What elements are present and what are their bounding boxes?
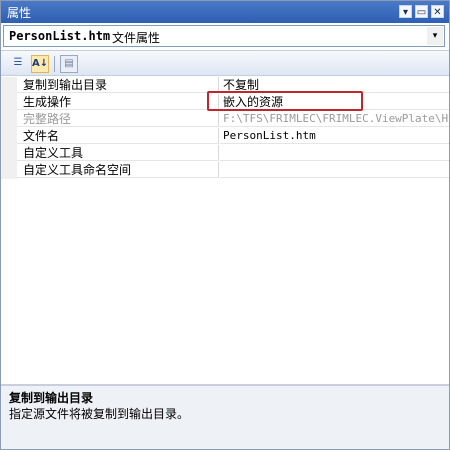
close-button[interactable]: ✕ xyxy=(431,5,444,18)
row-gutter xyxy=(1,111,17,128)
categorized-icon[interactable]: ☰ xyxy=(9,55,27,73)
property-value[interactable] xyxy=(220,162,449,178)
object-selector[interactable]: PersonList.htm 文件属性 ▾ xyxy=(3,25,445,47)
description-pane: 复制到输出目录 指定源文件将被复制到输出目录。 xyxy=(1,386,449,449)
property-name: 完整路径 xyxy=(17,111,219,127)
properties-toolbar: ☰ A↓ ▤ xyxy=(1,50,449,76)
property-name: 自定义工具命名空间 xyxy=(17,162,219,178)
row-gutter xyxy=(1,145,17,162)
row-gutter xyxy=(1,162,17,179)
row-gutter xyxy=(1,128,17,145)
property-value[interactable]: PersonList.htm xyxy=(220,128,449,144)
property-row[interactable]: 自定义工具 xyxy=(1,145,449,162)
property-name: 自定义工具 xyxy=(17,145,219,161)
window-title: 属性 xyxy=(7,6,32,20)
selected-object-type: 文件属性 xyxy=(112,31,161,45)
property-row[interactable]: 完整路径 F:\TFS\FRIMLEC\FRIMLEC.ViewPlate\Ht… xyxy=(1,111,449,128)
row-gutter xyxy=(1,77,17,94)
property-value: F:\TFS\FRIMLEC\FRIMLEC.ViewPlate\Html\ xyxy=(220,111,449,127)
chevron-down-icon[interactable]: ▾ xyxy=(427,27,443,45)
toolbar-separator xyxy=(54,56,55,72)
properties-window: 属性 ▾ ▭ ✕ PersonList.htm 文件属性 ▾ ☰ A↓ ▤ 复制… xyxy=(0,0,450,450)
row-gutter xyxy=(1,94,17,111)
property-value[interactable] xyxy=(220,145,449,161)
property-name: 复制到输出目录 xyxy=(17,77,219,93)
window-options-button[interactable]: ▾ xyxy=(399,5,412,18)
highlight-box xyxy=(207,91,363,111)
maximize-button[interactable]: ▭ xyxy=(415,5,428,18)
description-title: 复制到输出目录 xyxy=(9,391,94,405)
property-name: 生成操作 xyxy=(17,94,219,110)
title-bar[interactable]: 属性 ▾ ▭ ✕ xyxy=(1,1,449,23)
property-row[interactable]: 自定义工具命名空间 xyxy=(1,162,449,179)
property-name: 文件名 xyxy=(17,128,219,144)
property-pages-icon[interactable]: ▤ xyxy=(60,55,78,73)
description-text: 指定源文件将被复制到输出目录。 xyxy=(9,407,190,421)
alphabetical-sort-button[interactable]: A↓ xyxy=(31,55,49,73)
selected-object-name: PersonList.htm xyxy=(9,29,111,43)
property-row[interactable]: 文件名 PersonList.htm xyxy=(1,128,449,145)
